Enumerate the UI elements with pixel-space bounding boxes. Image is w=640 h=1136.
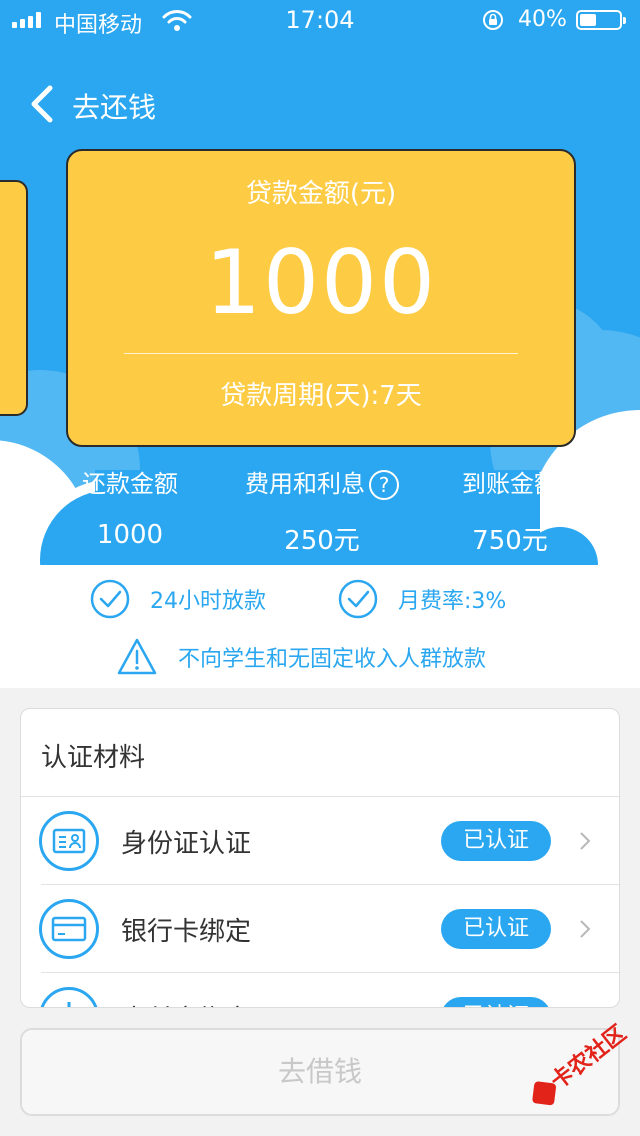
alipay-icon [39,987,99,1007]
watermark-logo-icon [531,1081,557,1106]
feature-monthly-rate-label: 月费率:3% [398,589,507,614]
previous-card-peek[interactable] [0,180,28,416]
notice-text: 不向学生和无固定收入人群放款 [178,647,487,672]
help-icon[interactable]: ? [369,470,399,500]
repay-amount-value: 1000 [96,520,164,550]
back-arrow-icon[interactable] [26,84,58,124]
material-row-id-card[interactable]: 身份证认证 已认证 [21,797,619,885]
bank-card-icon [39,899,99,959]
materials-panel: 认证材料 身份证认证 已认证 银行卡绑定 已认证 [20,708,620,1008]
received-amount-value: 750元 [472,526,548,556]
feature-fast-loan-label: 24小时放款 [150,589,266,614]
chevron-right-icon [580,920,591,938]
chevron-right-icon [580,832,591,850]
repay-amount-column: 还款金额 1000 [30,466,230,550]
check-circle-icon [338,579,378,619]
loan-amount-value: 1000 [205,231,437,334]
feature-fast-loan: 24小时放款 [90,579,266,619]
material-row-alipay[interactable]: 支付宝绑定 已认证 [21,973,619,1007]
received-amount-label: 到账金额 [462,470,558,498]
hero-section: 中国移动 17:04 40% 去还钱 贷款金额(元) 1000 贷款周期(天):… [0,0,640,565]
loan-amount-label: 贷款金额(元) [245,179,397,209]
materials-title: 认证材料 [41,743,146,773]
verified-badge: 已认证 [441,821,551,861]
status-bar: 中国移动 17:04 40% [0,0,640,40]
material-label: 身份证认证 [121,829,252,859]
battery-percent: 40% [518,7,567,32]
id-card-icon [39,811,99,871]
features-section: 24小时放款 月费率:3% 不向学生和无固定收入人群放款 [0,565,640,688]
material-label: 银行卡绑定 [121,917,252,947]
loan-period: 贷款周期(天):7天 [220,381,422,411]
borrow-button[interactable]: 去借钱 [20,1028,620,1116]
feature-monthly-rate: 月费率:3% [338,579,506,619]
fee-column: 费用和利息? 250元 [222,466,422,557]
loan-card[interactable]: 贷款金额(元) 1000 贷款周期(天):7天 [66,149,576,447]
battery-icon [576,10,626,30]
check-circle-icon [90,579,130,619]
material-label: 支付宝绑定 [121,999,251,1007]
received-amount-column: 到账金额 750元 [410,466,610,557]
warning-icon [117,638,157,675]
verified-badge: 已认证 [441,997,551,1007]
page-title: 去还钱 [72,91,157,124]
card-divider [124,353,518,354]
material-row-bank-card[interactable]: 银行卡绑定 已认证 [21,885,619,973]
rotation-lock-icon [483,10,503,30]
repay-amount-label: 还款金额 [82,470,178,498]
fee-value: 250元 [284,526,360,556]
fee-label: 费用和利息 [245,470,365,498]
notice-row: 不向学生和无固定收入人群放款 [116,637,486,677]
fee-label-row: 费用和利息? [222,466,422,502]
verified-badge: 已认证 [441,909,551,949]
